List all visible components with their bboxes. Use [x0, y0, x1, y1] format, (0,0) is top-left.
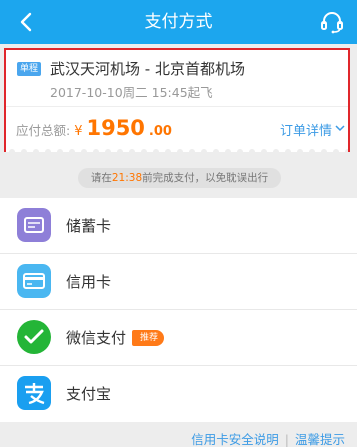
amount-decimal: .00: [148, 124, 172, 139]
trip-type-badge: 单程: [17, 62, 42, 76]
order-summary-card: 单程 武汉天河机场 - 北京首都机场 2017-10-10周二 15:45起飞 …: [4, 48, 350, 152]
alipay-icon: [17, 376, 51, 410]
credit-card-icon: [17, 264, 51, 298]
payment-method-label: 支付宝: [66, 385, 112, 403]
payment-method-wechat-pay[interactable]: 微信支付 推荐: [0, 310, 357, 366]
payment-method-label: 信用卡: [66, 273, 112, 291]
flight-route: 武汉天河机场 - 北京首都机场: [50, 60, 245, 78]
deadline-time: 21:38: [111, 172, 143, 184]
payment-method-debit-card[interactable]: 储蓄卡: [0, 198, 357, 254]
departure-time: 2017-10-10周二 15:45起飞: [50, 85, 213, 100]
currency-symbol: ¥: [74, 124, 83, 139]
footer-separator: |: [284, 432, 289, 447]
chevron-down-icon[interactable]: [335, 123, 345, 133]
customer-service-icon[interactable]: [319, 9, 345, 35]
notice-prefix: 请在: [90, 172, 112, 184]
total-amount: 应付总额: ¥ 1950 .00: [16, 116, 172, 140]
notice-suffix: 前完成支付，以免耽误出行: [142, 172, 269, 184]
credit-card-security-link[interactable]: 信用卡安全说明: [191, 432, 279, 447]
amount-label: 应付总额:: [16, 123, 71, 138]
footer-links: 信用卡安全说明 | 温馨提示: [191, 429, 345, 447]
order-details-link[interactable]: 订单详情: [280, 120, 332, 139]
payment-method-label: 微信支付: [66, 329, 127, 347]
recommended-badge: 推荐: [132, 330, 165, 346]
payment-deadline-notice: 请在21:38前完成支付，以免耽误出行: [78, 168, 281, 188]
ticket-edge-decoration: [6, 146, 348, 152]
debit-card-icon: [17, 208, 51, 242]
payment-method-alipay[interactable]: 支付宝: [0, 366, 357, 422]
payment-method-credit-card[interactable]: 信用卡: [0, 254, 357, 310]
tips-link[interactable]: 温馨提示: [295, 432, 345, 447]
payment-methods-list: 储蓄卡 信用卡 微信支付 推荐 支付宝: [0, 198, 357, 422]
header-bar: 支付方式: [0, 0, 357, 44]
page-title: 支付方式: [144, 12, 213, 32]
payment-method-label: 储蓄卡: [66, 217, 112, 235]
card-divider: [6, 106, 348, 107]
wechat-pay-icon: [17, 320, 51, 354]
amount-integer: 1950: [86, 116, 145, 140]
